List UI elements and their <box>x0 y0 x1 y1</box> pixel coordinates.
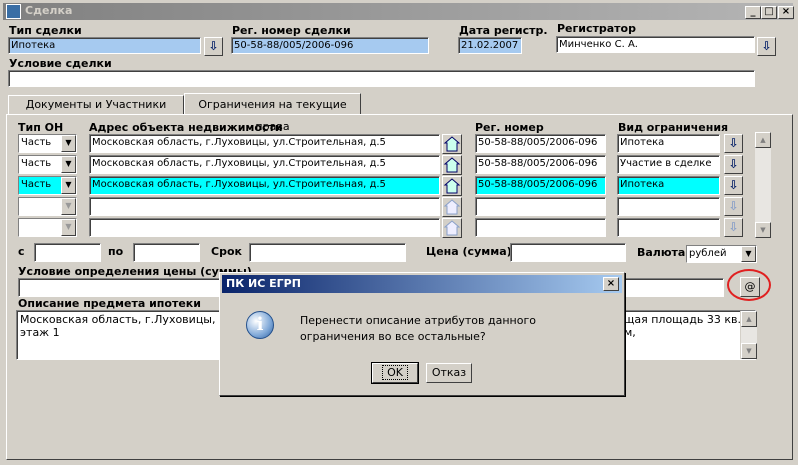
dialog-message: Перенести описание атрибутов данного огр… <box>300 314 536 343</box>
registrar-dropdown-icon[interactable]: ⇩ <box>757 37 776 56</box>
scroll-down-icon[interactable]: ▼ <box>741 343 757 359</box>
row-reg-field[interactable] <box>475 218 606 237</box>
row-kind-field[interactable]: Ипотека <box>617 134 720 153</box>
ok-button[interactable]: OK <box>371 362 419 384</box>
registrar-field[interactable]: Минченко С. А. <box>556 36 755 53</box>
condition-label: Условие сделки <box>9 57 112 70</box>
row-type-value: Часть <box>21 158 52 169</box>
to-label: по <box>108 245 124 258</box>
cancel-button[interactable]: Отказ <box>426 363 472 383</box>
tab-restrictions[interactable]: Ограничения на текущие права <box>184 93 361 133</box>
row-address-field[interactable] <box>89 218 440 237</box>
row-address-field[interactable] <box>89 197 440 216</box>
row-kind-field[interactable]: Ипотека <box>617 176 720 195</box>
chevron-down-icon[interactable]: ▼ <box>61 198 76 215</box>
window-title: Сделка <box>25 4 73 17</box>
currency-label: Валюта <box>637 246 686 259</box>
row-kind-dropdown-icon[interactable]: ⇩ <box>724 176 743 195</box>
row-type-select[interactable]: Часть ▼ <box>18 155 77 174</box>
scroll-up-icon[interactable]: ▲ <box>755 132 771 148</box>
condition-field[interactable] <box>8 70 755 87</box>
row-reg-field[interactable]: 50-58-88/005/2006-096 <box>475 134 606 153</box>
reg-date-field[interactable]: 21.02.2007 <box>458 37 522 54</box>
col-type-header: Тип ОН <box>18 121 64 134</box>
col-address-header: Адрес объекта недвижимости <box>89 121 283 134</box>
row-kind-dropdown-icon[interactable]: ⇩ <box>724 155 743 174</box>
deal-type-field[interactable]: Ипотека <box>8 37 201 54</box>
chevron-down-icon[interactable]: ▼ <box>61 135 76 152</box>
row-type-select[interactable]: Часть ▼ <box>18 134 77 153</box>
currency-value: рублей <box>689 248 727 259</box>
house-icon[interactable] <box>442 176 462 196</box>
price-field[interactable] <box>510 243 626 262</box>
maximize-button[interactable]: □ <box>761 6 777 19</box>
info-icon: i <box>246 311 274 339</box>
window-titlebar[interactable]: Сделка _ □ × <box>3 3 794 20</box>
row-type-select[interactable]: ▼ <box>18 218 77 237</box>
row-type-value: Часть <box>21 137 52 148</box>
reg-date-label: Дата регистр. <box>459 24 548 37</box>
confirm-dialog: ПК ИС ЕГРП × i Перенести описание атрибу… <box>219 272 625 396</box>
dialog-title: ПК ИС ЕГРП <box>226 277 301 290</box>
row-type-select[interactable]: ▼ <box>18 197 77 216</box>
from-date-field[interactable] <box>34 243 101 262</box>
description-line-1-tail: щая площадь 33 кв. м, <box>624 313 741 339</box>
row-kind-dropdown-icon[interactable]: ⇩ <box>724 134 743 153</box>
description-scrollbar[interactable]: ▲ ▼ <box>740 311 757 359</box>
row-type-select[interactable]: Часть ▼ <box>18 176 77 195</box>
house-icon[interactable] <box>442 134 462 154</box>
dialog-close-button[interactable]: × <box>603 277 619 291</box>
minimize-button[interactable]: _ <box>745 6 761 19</box>
close-button[interactable]: × <box>778 6 794 19</box>
house-icon[interactable] <box>442 197 462 217</box>
row-reg-field[interactable]: 50-58-88/005/2006-096 <box>475 176 606 195</box>
house-icon[interactable] <box>442 218 462 238</box>
col-reg-header: Рег. номер <box>475 121 544 134</box>
tab-documents[interactable]: Документы и Участники <box>8 95 184 115</box>
chevron-down-icon[interactable]: ▼ <box>61 156 76 173</box>
row-kind-dropdown-icon[interactable]: ⇩ <box>724 197 743 216</box>
deal-type-label: Тип сделки <box>9 24 82 37</box>
row-address-field[interactable]: Московская область, г.Луховицы, ул.Строи… <box>89 134 440 153</box>
grid-scrollbar[interactable]: ▲ ▼ <box>754 132 771 238</box>
description-label: Описание предмета ипотеки <box>18 297 201 310</box>
chevron-down-icon[interactable]: ▼ <box>61 219 76 236</box>
scroll-down-icon[interactable]: ▼ <box>755 222 771 238</box>
currency-select[interactable]: рублей ▼ <box>686 245 757 263</box>
dialog-titlebar[interactable]: ПК ИС ЕГРП × <box>222 275 622 293</box>
highlight-circle <box>727 269 771 301</box>
reg-number-field[interactable]: 50-58-88/005/2006-096 <box>231 37 429 54</box>
deal-window: Сделка _ □ × Тип сделки Ипотека ⇩ Рег. н… <box>0 0 798 465</box>
reg-number-label: Рег. номер сделки <box>232 24 351 37</box>
scroll-up-icon[interactable]: ▲ <box>741 311 757 327</box>
row-reg-field[interactable]: 50-58-88/005/2006-096 <box>475 155 606 174</box>
row-kind-field[interactable] <box>617 218 720 237</box>
price-condition-label: Условие определения цены (суммы) <box>18 265 252 278</box>
row-kind-dropdown-icon[interactable]: ⇩ <box>724 218 743 237</box>
term-label: Срок <box>211 245 242 258</box>
row-kind-field[interactable]: Участие в сделке <box>617 155 720 174</box>
row-address-field[interactable]: Московская область, г.Луховицы, ул.Строи… <box>89 155 440 174</box>
chevron-down-icon[interactable]: ▼ <box>741 246 756 262</box>
row-type-value: Часть <box>21 179 52 190</box>
col-kind-header: Вид ограничения <box>618 121 729 134</box>
deal-type-dropdown-icon[interactable]: ⇩ <box>204 37 223 56</box>
term-field[interactable] <box>249 243 406 262</box>
to-date-field[interactable] <box>133 243 200 262</box>
row-reg-field[interactable] <box>475 197 606 216</box>
house-icon[interactable] <box>442 155 462 175</box>
chevron-down-icon[interactable]: ▼ <box>61 177 76 194</box>
row-kind-field[interactable] <box>617 197 720 216</box>
app-icon <box>6 4 21 19</box>
from-label: с <box>18 245 25 258</box>
registrar-label: Регистратор <box>557 22 636 35</box>
row-address-field[interactable]: Московская область, г.Луховицы, ул.Строи… <box>89 176 440 195</box>
price-label: Цена (сумма) <box>426 245 512 258</box>
ok-button-label: OK <box>382 365 408 380</box>
